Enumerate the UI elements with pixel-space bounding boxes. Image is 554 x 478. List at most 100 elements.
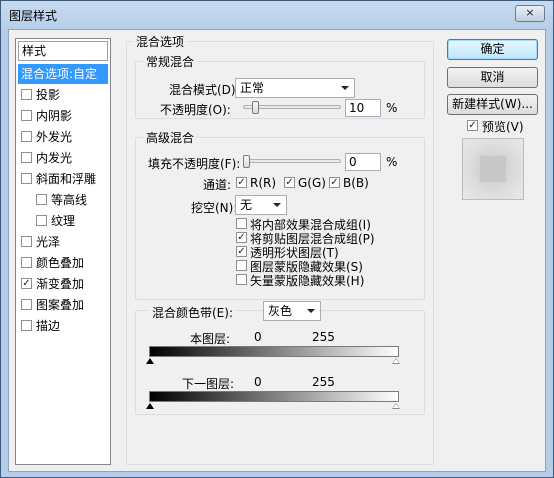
style-item-color-overlay[interactable]: 颜色叠加 bbox=[18, 253, 108, 273]
style-item-gradient-overlay[interactable]: ✓ 渐变叠加 bbox=[18, 274, 108, 294]
blend-mode-value: 正常 bbox=[240, 81, 265, 95]
style-item-satin[interactable]: 光泽 bbox=[18, 232, 108, 252]
style-item-label: 颜色叠加 bbox=[36, 256, 85, 270]
styles-list: 样式 混合选项:自定 投影 内阴影 外发光 内发光 斜面和浮雕 等高线 纹理 光… bbox=[15, 38, 111, 465]
styles-header[interactable]: 样式 bbox=[18, 41, 108, 61]
channels-label: 通道: bbox=[203, 178, 232, 192]
underlying-layer-min: 0 bbox=[254, 375, 262, 389]
this-layer-white-slider[interactable] bbox=[392, 358, 400, 364]
this-layer-black-slider[interactable] bbox=[146, 358, 154, 364]
dialog-title: 图层样式 bbox=[9, 9, 58, 23]
style-item-label: 描边 bbox=[36, 319, 61, 333]
blend-mode-label: 混合模式(D): bbox=[169, 83, 240, 97]
blending-options-title: 混合选项 bbox=[133, 33, 188, 50]
style-item-label: 外发光 bbox=[36, 130, 73, 144]
style-item-contour[interactable]: 等高线 bbox=[18, 190, 108, 210]
vector-mask-hides-checkbox[interactable] bbox=[236, 274, 247, 285]
style-item-label: 斜面和浮雕 bbox=[36, 172, 97, 186]
chevron-down-icon bbox=[307, 309, 315, 313]
this-layer-max: 255 bbox=[312, 330, 335, 344]
underlying-black-slider[interactable] bbox=[146, 403, 154, 409]
channel-g-label: G(G) bbox=[298, 176, 326, 190]
opacity-input[interactable]: 10 bbox=[345, 99, 381, 117]
bevel-emboss-checkbox[interactable] bbox=[21, 173, 32, 184]
ok-button[interactable]: 确定 bbox=[447, 39, 538, 60]
style-item-label: 图案叠加 bbox=[36, 298, 85, 312]
vector-mask-hides-label: 矢量蒙版隐藏效果(H) bbox=[250, 274, 365, 288]
style-item-blending-options[interactable]: 混合选项:自定 bbox=[18, 64, 108, 84]
style-item-label: 内发光 bbox=[36, 151, 73, 165]
style-item-label: 渐变叠加 bbox=[36, 277, 85, 291]
fill-opacity-slider-track[interactable] bbox=[243, 159, 341, 163]
style-item-outer-glow[interactable]: 外发光 bbox=[18, 127, 108, 147]
underlying-white-slider[interactable] bbox=[392, 403, 400, 409]
underlying-layer-max: 255 bbox=[312, 375, 335, 389]
gradient-overlay-checkbox[interactable]: ✓ bbox=[21, 278, 32, 289]
style-item-label: 内阴影 bbox=[36, 109, 73, 123]
channel-b-checkbox[interactable]: ✓ bbox=[329, 177, 340, 188]
blend-if-value: 灰色 bbox=[268, 304, 293, 318]
style-item-label: 投影 bbox=[36, 88, 61, 102]
color-overlay-checkbox[interactable] bbox=[21, 257, 32, 268]
this-layer-gradient-bar bbox=[149, 346, 399, 357]
style-item-texture[interactable]: 纹理 bbox=[18, 211, 108, 231]
underlying-layer-label: 下一图层: bbox=[182, 377, 235, 391]
layer-style-dialog: 图层样式 × 样式 混合选项:自定 投影 内阴影 外发光 内发光 斜面和浮雕 等… bbox=[0, 0, 554, 478]
blend-if-select[interactable]: 灰色 bbox=[263, 301, 321, 321]
opacity-label: 不透明度(O): bbox=[160, 103, 231, 117]
style-preview-thumbnail bbox=[462, 138, 524, 200]
opacity-unit: % bbox=[386, 101, 398, 115]
style-item-label: 光泽 bbox=[36, 235, 61, 249]
advanced-blending-title: 高级混合 bbox=[143, 129, 198, 146]
style-preview-inner bbox=[479, 155, 507, 183]
style-item-label: 混合选项:自定 bbox=[21, 67, 98, 81]
style-item-label: 纹理 bbox=[51, 214, 76, 228]
style-item-drop-shadow[interactable]: 投影 bbox=[18, 85, 108, 105]
title-bar[interactable]: 图层样式 × bbox=[1, 1, 553, 29]
channel-r-label: R(R) bbox=[250, 176, 277, 190]
style-item-inner-shadow[interactable]: 内阴影 bbox=[18, 106, 108, 126]
knockout-value: 无 bbox=[240, 198, 253, 212]
satin-checkbox[interactable] bbox=[21, 236, 32, 247]
blend-clipped-checkbox[interactable]: ✓ bbox=[236, 232, 247, 243]
texture-checkbox[interactable] bbox=[36, 215, 47, 226]
underlying-layer-gradient-bar bbox=[149, 391, 399, 402]
opacity-slider-thumb[interactable] bbox=[252, 101, 260, 114]
dialog-body: 样式 混合选项:自定 投影 内阴影 外发光 内发光 斜面和浮雕 等高线 纹理 光… bbox=[8, 29, 546, 472]
inner-glow-checkbox[interactable] bbox=[21, 152, 32, 163]
contour-checkbox[interactable] bbox=[36, 194, 47, 205]
fill-opacity-label: 填充不透明度(F): bbox=[148, 157, 241, 171]
style-item-label: 等高线 bbox=[51, 193, 88, 207]
pattern-overlay-checkbox[interactable] bbox=[21, 299, 32, 310]
channel-r-checkbox[interactable]: ✓ bbox=[236, 177, 247, 188]
close-button[interactable]: × bbox=[515, 5, 545, 22]
style-item-pattern-overlay[interactable]: 图案叠加 bbox=[18, 295, 108, 315]
channel-g-checkbox[interactable]: ✓ bbox=[284, 177, 295, 188]
fill-opacity-unit: % bbox=[386, 155, 398, 169]
new-style-button[interactable]: 新建样式(W)... bbox=[447, 94, 538, 115]
knockout-select[interactable]: 无 bbox=[235, 195, 287, 215]
transparency-shapes-checkbox[interactable]: ✓ bbox=[236, 246, 247, 257]
style-item-stroke[interactable]: 描边 bbox=[18, 316, 108, 336]
chevron-down-icon bbox=[273, 203, 281, 207]
channel-b-label: B(B) bbox=[343, 176, 369, 190]
blend-mode-select[interactable]: 正常 bbox=[235, 78, 355, 98]
style-item-bevel-emboss[interactable]: 斜面和浮雕 bbox=[18, 169, 108, 189]
preview-label: 预览(V) bbox=[482, 120, 524, 134]
chevron-down-icon bbox=[341, 86, 349, 90]
blend-interior-checkbox[interactable] bbox=[236, 218, 247, 229]
blend-if-label: 混合颜色带(E): bbox=[149, 304, 236, 321]
this-layer-min: 0 bbox=[254, 330, 262, 344]
outer-glow-checkbox[interactable] bbox=[21, 131, 32, 142]
inner-shadow-checkbox[interactable] bbox=[21, 110, 32, 121]
preview-checkbox[interactable]: ✓ bbox=[467, 120, 478, 131]
style-item-inner-glow[interactable]: 内发光 bbox=[18, 148, 108, 168]
drop-shadow-checkbox[interactable] bbox=[21, 89, 32, 100]
fill-opacity-slider-thumb[interactable] bbox=[243, 155, 250, 168]
general-blending-title: 常规混合 bbox=[143, 53, 198, 70]
stroke-checkbox[interactable] bbox=[21, 320, 32, 331]
this-layer-label: 本图层: bbox=[190, 332, 231, 346]
layer-mask-hides-checkbox[interactable] bbox=[236, 260, 247, 271]
cancel-button[interactable]: 取消 bbox=[447, 67, 538, 88]
fill-opacity-input[interactable]: 0 bbox=[345, 153, 381, 171]
